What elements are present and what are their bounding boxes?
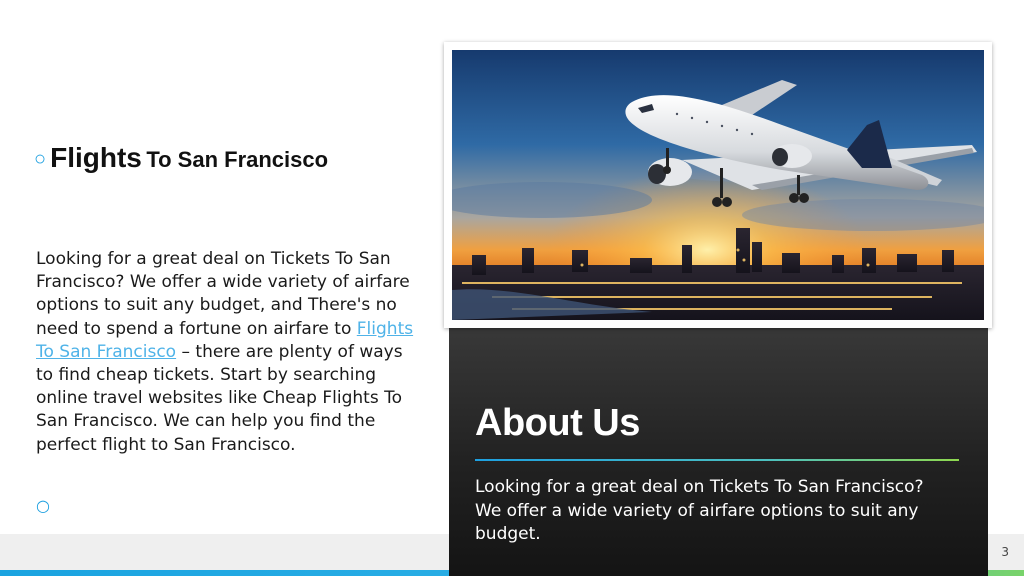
- body-paragraph: Looking for a great deal on Tickets To S…: [36, 248, 416, 457]
- airplane-city-photo: [452, 50, 984, 320]
- slide-heading: ○ Flights To San Francisco: [34, 142, 328, 174]
- heading-title-rest: To San Francisco: [146, 147, 329, 172]
- heading-title-big: Flights: [50, 142, 142, 173]
- about-title: About Us: [475, 402, 640, 444]
- heading-bullet-icon: ○: [34, 148, 47, 170]
- empty-bullet-icon: ○: [36, 496, 50, 515]
- about-text: Looking for a great deal on Tickets To S…: [475, 477, 924, 544]
- about-divider: [475, 459, 959, 461]
- airplane-photo-frame: [444, 42, 992, 328]
- page-number: 3: [1001, 545, 1009, 559]
- body-text-before: Looking for a great deal on Tickets To S…: [36, 249, 410, 339]
